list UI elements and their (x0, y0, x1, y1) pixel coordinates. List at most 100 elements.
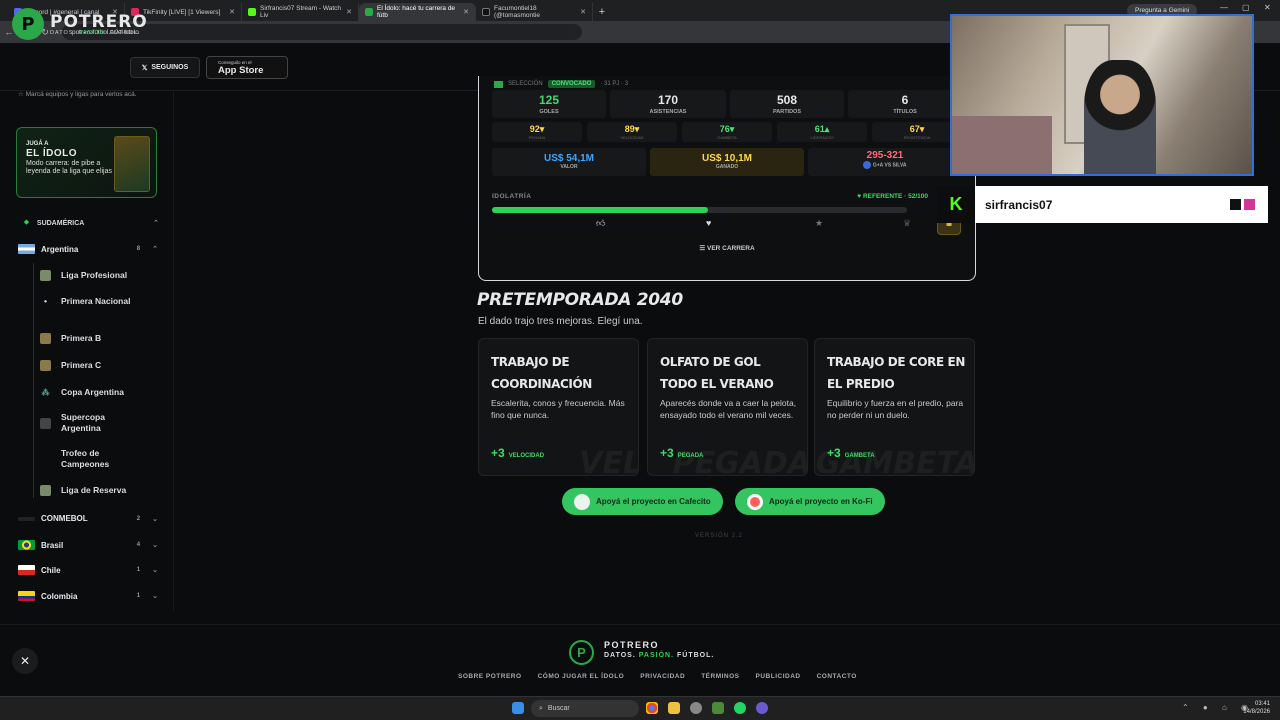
league-primera-b[interactable]: Primera B (40, 333, 140, 344)
close-window-icon[interactable]: ✕ (1264, 3, 1271, 12)
whatsapp-icon[interactable] (734, 702, 746, 714)
heart-icon: ♥ (857, 193, 862, 200)
option-card-olfato-de-gol[interactable]: PEGADA OLFATO DE GOL TODO EL VERANO Apar… (647, 338, 808, 476)
country-chile[interactable]: Chile 1 ⌄ (18, 565, 158, 575)
brazil-flag-icon (494, 80, 503, 88)
close-tab-icon[interactable]: ✕ (346, 8, 352, 16)
tree-line (33, 263, 34, 498)
chrome-icon[interactable] (646, 702, 658, 714)
obs-icon[interactable] (690, 702, 702, 714)
country-brasil[interactable]: Brasil 4 ⌄ (18, 540, 158, 550)
chevron-down-icon: ⌄ (152, 593, 158, 600)
app-store-button[interactable]: Conseguilo en el App Store (206, 56, 288, 79)
pretemporada-title: PRETEMPORADA 2040 (477, 290, 683, 310)
footer-link-sobre[interactable]: SOBRE POTRERO (458, 673, 522, 680)
rival-box: 295-321 G+A VS SILVA (808, 148, 962, 176)
tab-kick-stream[interactable]: Sirfrancis07 Stream - Watch Liv ✕ (242, 3, 359, 21)
convocado-badge: CONVOCADO (547, 80, 596, 88)
league-liga-de-reserva[interactable]: Liga de Reserva (40, 485, 140, 496)
argentina-flag-icon (18, 244, 35, 254)
minimize-icon[interactable]: — (1220, 3, 1228, 12)
app-icon[interactable] (756, 702, 768, 714)
league-trofeo-de-campeones[interactable]: Trofeo de Campeones (40, 448, 140, 470)
windows-start-icon[interactable] (512, 702, 524, 714)
crown-icon: ♛ (903, 218, 912, 228)
attr-pegada: 92▾ PEGADA (492, 122, 582, 142)
region-conmebol[interactable]: CONMEBOL 2 ⌄ (18, 514, 158, 523)
footer-link-privacidad[interactable]: PRIVACIDAD (640, 673, 685, 680)
potrero-icon (365, 8, 373, 16)
close-tab-icon[interactable]: ✕ (229, 8, 235, 16)
option-card-coordinacion[interactable]: VEL TRABAJO DE COORDINACIÓN Escalerita, … (478, 338, 639, 476)
kofi-icon (747, 493, 763, 510)
chevron-up-icon: ⌃ (152, 246, 158, 253)
close-tab-icon[interactable]: ✕ (463, 8, 469, 16)
footer-link-como-jugar[interactable]: CÓMO JUGAR EL ÍDOLO (538, 673, 625, 680)
trophy-icon (40, 270, 51, 281)
tab-el-idolo[interactable]: El Ídolo: hacé tu carrera de fútb ✕ (359, 3, 476, 21)
file-explorer-icon[interactable] (668, 702, 680, 714)
chevron-down-icon: ⌄ (152, 542, 158, 549)
attr-velocidad: 89▾ VELOCIDAD (587, 122, 677, 142)
close-tab-icon[interactable]: ✕ (580, 8, 586, 16)
cafecito-icon (574, 493, 590, 510)
footer-link-contacto[interactable]: CONTACTO (817, 673, 857, 680)
shield-icon (40, 360, 51, 371)
list-icon: ☰ (699, 245, 706, 252)
tab-tiktok[interactable]: Facumontiel18 (@tomasmontie ✕ (476, 3, 593, 21)
league-supercopa-argentina[interactable]: Supercopa Argentina (40, 412, 140, 434)
stat-asistencias: 170 ASISTENCIAS (610, 90, 726, 118)
ver-carrera-link[interactable]: ☰ VER CARRERA (479, 244, 975, 252)
footer-link-publicidad[interactable]: PUBLICIDAD (756, 673, 801, 680)
el-idolo-promo-card[interactable]: JUGÁ A EL ÍDOLO Modo carrera: de pibe a … (16, 127, 157, 198)
new-tab-button[interactable]: + (593, 3, 611, 21)
pretemporada-subtitle: El dado trajo tres mejoras. Elegí una. (478, 316, 643, 327)
sidebar: ☆ Marcá equipos y ligas para verlos acá.… (0, 91, 174, 611)
chevron-down-icon: ⌄ (152, 567, 158, 574)
taskbar-search[interactable]: ⌕ Buscar (531, 700, 639, 717)
chevron-down-icon: ⌄ (152, 515, 158, 523)
search-icon: ⌕ (539, 704, 543, 712)
ganado-box: US$ 10,1M GANADO (650, 148, 804, 176)
selection-row: SELECCIÓN CONVOCADO · 31 PJ · 3 (494, 80, 628, 88)
minecraft-icon[interactable] (712, 702, 724, 714)
logo-name[interactable]: POTRERO (50, 12, 148, 32)
x-share-button[interactable]: ✕ (12, 648, 38, 674)
idolatria-bar (492, 207, 907, 213)
potrero-logo-icon[interactable]: P (12, 8, 44, 40)
clock[interactable]: 03:41 14/8/2026 (1243, 700, 1270, 716)
referente-status: ♥ REFERENTE · 52/100 (857, 193, 928, 200)
x-logo-icon: 𝕏 (141, 64, 148, 72)
logo-tagline: DATOS. PASIÓN. FÚTBOL. (50, 30, 141, 36)
potrero-logo-icon[interactable]: P (569, 640, 594, 665)
country-colombia[interactable]: Colombia 1 ⌄ (18, 591, 158, 601)
kick-logo-icon: K (937, 186, 975, 223)
country-argentina[interactable]: Argentina 8 ⌃ (18, 244, 158, 254)
footer-link-terminos[interactable]: TÉRMINOS (701, 673, 739, 680)
footer-tagline: DATOS. PASIÓN. FÚTBOL. (604, 652, 715, 659)
region-sudamerica[interactable]: ⬥ SUDAMÉRICA ⌃ (24, 219, 159, 227)
tiktok-icon (482, 8, 490, 16)
kofi-button[interactable]: Apoyá el proyecto en Ko-Fi (735, 488, 885, 515)
chevron-up-icon: ⌃ (153, 220, 159, 227)
cup-icon: ⁂ (41, 388, 50, 397)
league-primera-nacional[interactable]: • Primera Nacional (40, 296, 140, 307)
favorites-hint: ☆ Marcá equipos y ligas para verlos acá. (18, 91, 137, 98)
league-primera-c[interactable]: Primera C (40, 360, 140, 371)
windows-taskbar: ⌕ Buscar ⌃ ● ⌂ ◉ 03:41 14/8/2026 (0, 696, 1280, 720)
cafecito-button[interactable]: Apoyá el proyecto en Cafecito (562, 488, 723, 515)
site-footer: P POTRERO DATOS. PASIÓN. FÚTBOL. SOBRE P… (0, 624, 1280, 696)
league-liga-profesional[interactable]: Liga Profesional (40, 270, 140, 281)
footer-logo-name: POTRERO (604, 640, 660, 650)
trophy-icon (40, 454, 51, 465)
player-card-image (114, 136, 150, 192)
trophy-icon (40, 417, 51, 429)
league-copa-argentina[interactable]: ⁂ Copa Argentina (40, 387, 140, 398)
option-card-core[interactable]: GAMBETA TRABAJO DE CORE EN EL PREDIO Equ… (814, 338, 975, 476)
maximize-icon[interactable]: ▢ (1242, 3, 1250, 12)
version-text: VERSIÓN 2.2 (695, 533, 744, 539)
attr-resistencia: 67▾ RESISTENCIA (872, 122, 962, 142)
footer-links: SOBRE POTRERO CÓMO JUGAR EL ÍDOLO PRIVAC… (458, 673, 857, 680)
heart-icon: ♥ (706, 218, 712, 228)
follow-button[interactable]: 𝕏 SEGUINOS (130, 57, 200, 78)
